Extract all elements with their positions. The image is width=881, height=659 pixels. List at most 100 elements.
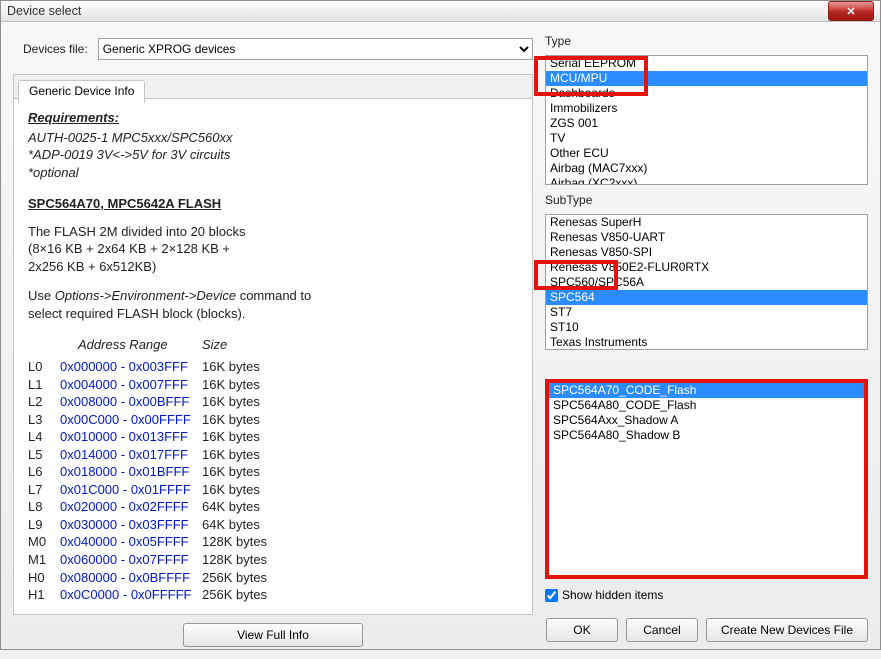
show-hidden-label: Show hidden items: [562, 588, 663, 602]
type-item[interactable]: MCU/MPU: [546, 71, 867, 86]
block-size: 128K bytes: [202, 551, 267, 569]
block-label: L5: [28, 446, 58, 464]
type-item[interactable]: Serial EEPROM: [546, 56, 867, 71]
col-address-range: Address Range: [78, 336, 200, 354]
address-range: 0x040000 - 0x05FFFF: [60, 533, 200, 551]
address-row: L30x00C000 - 0x00FFFF16K bytes: [28, 411, 518, 429]
block-size: 16K bytes: [202, 376, 260, 394]
subtype-item[interactable]: Renesas V850-UART: [546, 230, 867, 245]
block-size: 16K bytes: [202, 358, 260, 376]
flash-heading: SPC564A70, MPC5642A FLASH: [28, 195, 518, 213]
address-row: L20x008000 - 0x00BFFF16K bytes: [28, 393, 518, 411]
flash-p1: The FLASH 2M divided into 20 blocks: [28, 223, 518, 241]
type-item[interactable]: Airbag (XC2xxx): [546, 176, 867, 185]
requirements-heading: Requirements:: [28, 109, 518, 127]
info-tab-container: Generic Device Info Requirements: AUTH-0…: [13, 74, 533, 615]
tab-generic-device-info[interactable]: Generic Device Info: [18, 80, 145, 103]
subtype-item[interactable]: SPC560/SPC56A: [546, 275, 867, 290]
devices-file-select[interactable]: Generic XPROG devices: [98, 38, 533, 60]
address-row: H00x080000 - 0x0BFFFF256K bytes: [28, 569, 518, 587]
address-row: L40x010000 - 0x013FFF16K bytes: [28, 428, 518, 446]
device-item[interactable]: SPC564A80_CODE_Flash: [549, 398, 864, 413]
device-item[interactable]: SPC564A80_Shadow B: [549, 428, 864, 443]
view-full-info-button[interactable]: View Full Info: [183, 623, 363, 647]
address-row: L90x030000 - 0x03FFFF64K bytes: [28, 516, 518, 534]
address-range: 0x004000 - 0x007FFF: [60, 376, 200, 394]
type-item[interactable]: Airbag (MAC7xxx): [546, 161, 867, 176]
titlebar: Device select ✕: [1, 1, 880, 22]
block-size: 16K bytes: [202, 481, 260, 499]
addr-table-header: Address Range Size: [28, 336, 518, 354]
req-line-2: *ADP-0019 3V<->5V for 3V circuits: [28, 146, 518, 164]
req-line-1: AUTH-0025-1 MPC5xxx/SPC560xx: [28, 129, 518, 147]
address-row: L60x018000 - 0x01BFFF16K bytes: [28, 463, 518, 481]
address-range: 0x018000 - 0x01BFFF: [60, 463, 200, 481]
subtype-item[interactable]: ST7: [546, 305, 867, 320]
right-panel: Type Serial EEPROMMCU/MPUDashboardsImmob…: [545, 32, 868, 647]
subtype-item[interactable]: ST10: [546, 320, 867, 335]
subtype-item[interactable]: SPC564: [546, 290, 867, 305]
address-range: 0x0C0000 - 0x0FFFFF: [60, 586, 200, 604]
address-range: 0x060000 - 0x07FFFF: [60, 551, 200, 569]
tab-strip: Generic Device Info: [14, 75, 532, 99]
address-range: 0x010000 - 0x013FFF: [60, 428, 200, 446]
device-item[interactable]: SPC564A70_CODE_Flash: [549, 383, 864, 398]
block-label: L0: [28, 358, 58, 376]
block-label: L9: [28, 516, 58, 534]
device-info-text[interactable]: Requirements: AUTH-0025-1 MPC5xxx/SPC560…: [14, 99, 532, 614]
address-row: L10x004000 - 0x007FFF16K bytes: [28, 376, 518, 394]
content-area: Devices file: Generic XPROG devices Gene…: [1, 22, 880, 659]
block-label: L3: [28, 411, 58, 429]
block-size: 16K bytes: [202, 393, 260, 411]
address-range: 0x008000 - 0x00BFFF: [60, 393, 200, 411]
close-icon: ✕: [846, 5, 855, 18]
type-listbox[interactable]: Serial EEPROMMCU/MPUDashboardsImmobilize…: [545, 55, 868, 185]
show-hidden-row: Show hidden items: [545, 588, 868, 602]
block-size: 16K bytes: [202, 446, 260, 464]
type-item[interactable]: ZGS 001: [546, 116, 867, 131]
subtype-listbox[interactable]: Renesas SuperHRenesas V850-UARTRenesas V…: [545, 214, 868, 350]
block-size: 16K bytes: [202, 411, 260, 429]
subtype-item[interactable]: Renesas SuperH: [546, 215, 867, 230]
show-hidden-checkbox[interactable]: [545, 589, 558, 602]
address-range: 0x000000 - 0x003FFF: [60, 358, 200, 376]
block-label: L2: [28, 393, 58, 411]
address-row: H10x0C0000 - 0x0FFFFF256K bytes: [28, 586, 518, 604]
block-label: H0: [28, 569, 58, 587]
subtype-item[interactable]: Renesas V850E2-FLUR0RTX: [546, 260, 867, 275]
block-label: L7: [28, 481, 58, 499]
block-size: 16K bytes: [202, 463, 260, 481]
flash-p3: 2x256 KB + 6x512KB): [28, 258, 518, 276]
block-label: L1: [28, 376, 58, 394]
subtype-item[interactable]: Texas Instruments: [546, 335, 867, 350]
close-button[interactable]: ✕: [828, 1, 874, 21]
subtype-label: SubType: [545, 193, 868, 207]
block-size: 256K bytes: [202, 569, 267, 587]
address-row: M00x040000 - 0x05FFFF128K bytes: [28, 533, 518, 551]
device-select-window: Device select ✕ Devices file: Generic XP…: [0, 0, 881, 650]
device-listbox[interactable]: SPC564A70_CODE_FlashSPC564A80_CODE_Flash…: [545, 379, 868, 579]
type-item[interactable]: Other ECU: [546, 146, 867, 161]
block-size: 256K bytes: [202, 586, 267, 604]
block-label: L4: [28, 428, 58, 446]
block-label: M0: [28, 533, 58, 551]
req-line-3: *optional: [28, 164, 518, 182]
address-range: 0x020000 - 0x02FFFF: [60, 498, 200, 516]
devices-file-label: Devices file:: [23, 42, 88, 56]
subtype-item[interactable]: Renesas V850-SPI: [546, 245, 867, 260]
address-range: 0x014000 - 0x017FFF: [60, 446, 200, 464]
left-panel: Devices file: Generic XPROG devices Gene…: [13, 32, 533, 647]
ok-button[interactable]: OK: [546, 618, 618, 642]
block-label: H1: [28, 586, 58, 604]
type-item[interactable]: TV: [546, 131, 867, 146]
create-devices-file-button[interactable]: Create New Devices File: [706, 618, 868, 642]
type-item[interactable]: Dashboards: [546, 86, 867, 101]
block-label: L6: [28, 463, 58, 481]
cancel-button[interactable]: Cancel: [626, 618, 698, 642]
address-row: L70x01C000 - 0x01FFFF16K bytes: [28, 481, 518, 499]
device-item[interactable]: SPC564Axx_Shadow A: [549, 413, 864, 428]
address-range: 0x080000 - 0x0BFFFF: [60, 569, 200, 587]
type-item[interactable]: Immobilizers: [546, 101, 867, 116]
address-row: L50x014000 - 0x017FFF16K bytes: [28, 446, 518, 464]
address-range: 0x00C000 - 0x00FFFF: [60, 411, 200, 429]
